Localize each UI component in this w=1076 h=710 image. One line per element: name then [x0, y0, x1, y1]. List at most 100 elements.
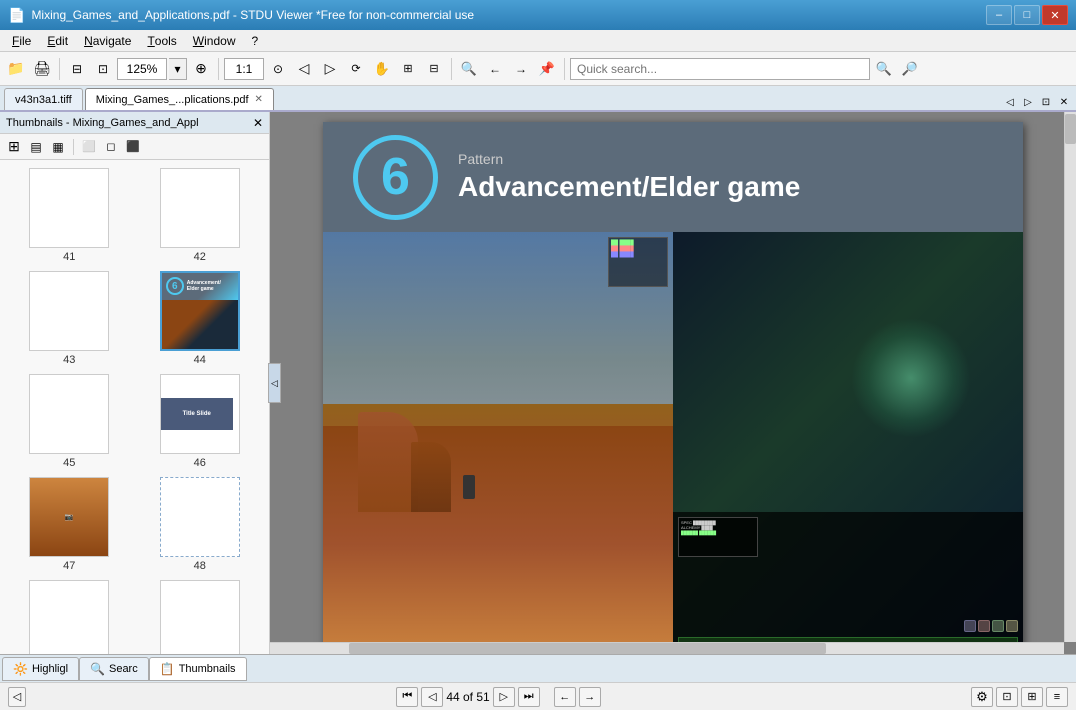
tab-search[interactable]: 🔍 Searc — [79, 657, 149, 681]
thumb-num-42: 42 — [194, 251, 206, 263]
zoom-input[interactable]: 125% — [117, 58, 167, 80]
scrollbar-thumb-h[interactable] — [349, 643, 825, 654]
thumb-preview-44: 6 Advancement/Elder game — [160, 271, 240, 351]
maximize-button[interactable]: □ — [1014, 5, 1040, 25]
scrollbar-thumb-v[interactable] — [1065, 114, 1076, 144]
thumb-detail-btn[interactable]: ▦ — [48, 137, 68, 157]
tab-next-btn[interactable]: ▷ — [1020, 94, 1036, 110]
thumb-item-42[interactable]: 42 — [139, 168, 262, 263]
tab-prev-btn[interactable]: ◁ — [1002, 94, 1018, 110]
thumb-item-41[interactable]: 41 — [8, 168, 131, 263]
zoom-out-btn[interactable]: ⊟ — [65, 57, 89, 81]
thumb-preview-42 — [160, 168, 240, 248]
thumb-item-43[interactable]: 43 — [8, 271, 131, 366]
tab-highlights[interactable]: 🔆 Highligl — [2, 657, 79, 681]
thumb-item-47[interactable]: 📷 47 — [8, 477, 131, 572]
tab-thumbnails[interactable]: 📋 Thumbnails — [149, 657, 247, 681]
thumb-item-44[interactable]: 6 Advancement/Elder game 44 — [139, 271, 262, 366]
page-nav-controls: ⏮ ◁ 44 of 51 ▷ ⏭ ← → — [396, 687, 600, 707]
thumb-item-46[interactable]: Title Slide 46 — [139, 374, 262, 469]
page-number-input[interactable]: 1:1 — [224, 58, 264, 80]
search-input[interactable] — [570, 58, 870, 80]
thumb-size-down-btn[interactable]: ◻ — [101, 137, 121, 157]
page-nav-btn[interactable]: ⊙ — [266, 57, 290, 81]
vertical-scrollbar[interactable] — [1064, 112, 1076, 642]
thumb-preview-41 — [29, 168, 109, 248]
tab-search-label: Searc — [109, 663, 138, 675]
last-page-btn[interactable]: ⏭ — [518, 687, 540, 707]
toolbar-sep-2 — [218, 58, 219, 80]
two-page-btn[interactable]: ⊞ — [1021, 687, 1043, 707]
pattern-circle: 6 — [353, 135, 438, 220]
thumb-item-48[interactable]: 48 — [139, 477, 262, 572]
marker-btn[interactable]: 📌 — [535, 57, 559, 81]
page-header-section: 6 Pattern Advancement/Elder game — [323, 122, 1023, 232]
thumb-num-41: 41 — [63, 251, 75, 263]
main-area: Thumbnails - Mixing_Games_and_Appl ✕ ⊞ ▤… — [0, 112, 1076, 654]
bookmark-back-btn[interactable]: ← — [483, 57, 507, 81]
open-folder-btn[interactable]: 📁 — [4, 57, 28, 81]
thumb-num-47: 47 — [63, 560, 75, 572]
search-prev-btn[interactable]: 🔍 — [872, 57, 896, 81]
prev-page-nav-btn[interactable]: ◁ — [421, 687, 443, 707]
game-screenshot-left: ██ ████ ██ ████ ██ ████ — [323, 232, 673, 654]
scroll-btn[interactable]: ≡ — [1046, 687, 1068, 707]
thumb-item-49[interactable]: 49 — [8, 580, 131, 654]
menu-file[interactable]: File — [4, 30, 39, 51]
pdf-viewer-area[interactable]: 6 Pattern Advancement/Elder game — [270, 112, 1076, 654]
find-btn[interactable]: 🔍 — [457, 57, 481, 81]
zoom-dropdown[interactable]: ▾ — [169, 58, 187, 80]
search-tab-icon: 🔍 — [90, 662, 105, 676]
action-slot — [978, 620, 990, 632]
tab-pdf[interactable]: Mixing_Games_...plications.pdf ✕ — [85, 88, 274, 110]
sidebar-toggle-btn[interactable]: ◁ — [8, 687, 26, 707]
thumb-preview-45 — [29, 374, 109, 454]
rock-formation — [358, 412, 418, 512]
menu-help[interactable]: ? — [243, 30, 266, 51]
rock-formation-2 — [411, 442, 451, 512]
toolbar-sep-3 — [451, 58, 452, 80]
settings-btn[interactable]: ⚙ — [971, 687, 993, 707]
search-next-btn[interactable]: 🔎 — [898, 57, 922, 81]
thumb-list-btn[interactable]: ▤ — [26, 137, 46, 157]
tab-menu-btn[interactable]: ⊡ — [1038, 94, 1054, 110]
menu-navigate[interactable]: Navigate — [76, 30, 139, 51]
thumb-item-45[interactable]: 45 — [8, 374, 131, 469]
print-btn[interactable]: 🖨 — [30, 57, 54, 81]
fit-width-btn[interactable]: ⊡ — [91, 57, 115, 81]
rotate-btn[interactable]: ⟳ — [344, 57, 368, 81]
thumb-grid-btn[interactable]: ⊞ — [4, 137, 24, 157]
thumbnail-grid: 41 42 — [8, 168, 261, 654]
pattern-number: 6 — [381, 151, 410, 203]
menu-tools[interactable]: Tools — [139, 30, 184, 51]
thumb-scroll-area[interactable]: 41 42 — [0, 160, 269, 654]
select-btn[interactable]: ⊞ — [396, 57, 420, 81]
hand-tool-btn[interactable]: ✋ — [370, 57, 394, 81]
close-button[interactable]: ✕ — [1042, 5, 1068, 25]
single-page-btn[interactable]: ⊡ — [996, 687, 1018, 707]
thumb-wrap-btn[interactable]: ⬛ — [123, 137, 143, 157]
zoom-in-btn[interactable]: ⊕ — [189, 57, 213, 81]
prev-page-btn[interactable]: ◁ — [292, 57, 316, 81]
fwd-history-btn[interactable]: → — [579, 687, 601, 707]
menu-bar: File Edit Navigate Tools Window ? — [0, 30, 1076, 52]
menu-edit[interactable]: Edit — [39, 30, 76, 51]
sidebar-collapse-btn[interactable]: ◁ — [268, 363, 281, 403]
back-history-btn[interactable]: ← — [554, 687, 576, 707]
first-page-btn[interactable]: ⏮ — [396, 687, 418, 707]
minimize-button[interactable]: – — [986, 5, 1012, 25]
next-page-nav-btn[interactable]: ▷ — [493, 687, 515, 707]
thumb-item-50[interactable]: 50 — [139, 580, 262, 654]
next-page-btn[interactable]: ▷ — [318, 57, 342, 81]
horizontal-scrollbar[interactable] — [270, 642, 1064, 654]
menu-window[interactable]: Window — [185, 30, 244, 51]
tab-pdf-close[interactable]: ✕ — [255, 94, 263, 105]
sidebar-close-btn[interactable]: ✕ — [253, 116, 263, 130]
tab-tiff[interactable]: v43n3a1.tiff — [4, 88, 83, 110]
thumb-size-up-btn[interactable]: ⬜ — [79, 137, 99, 157]
tab-close-all-btn[interactable]: ✕ — [1056, 94, 1072, 110]
bookmark-fwd-btn[interactable]: → — [509, 57, 533, 81]
select2-btn[interactable]: ⊟ — [422, 57, 446, 81]
terrain-bg: ██ ████ ██ ████ ██ ████ — [323, 232, 673, 654]
view-mode-btns: ⚙ ⊡ ⊞ ≡ — [971, 687, 1068, 707]
